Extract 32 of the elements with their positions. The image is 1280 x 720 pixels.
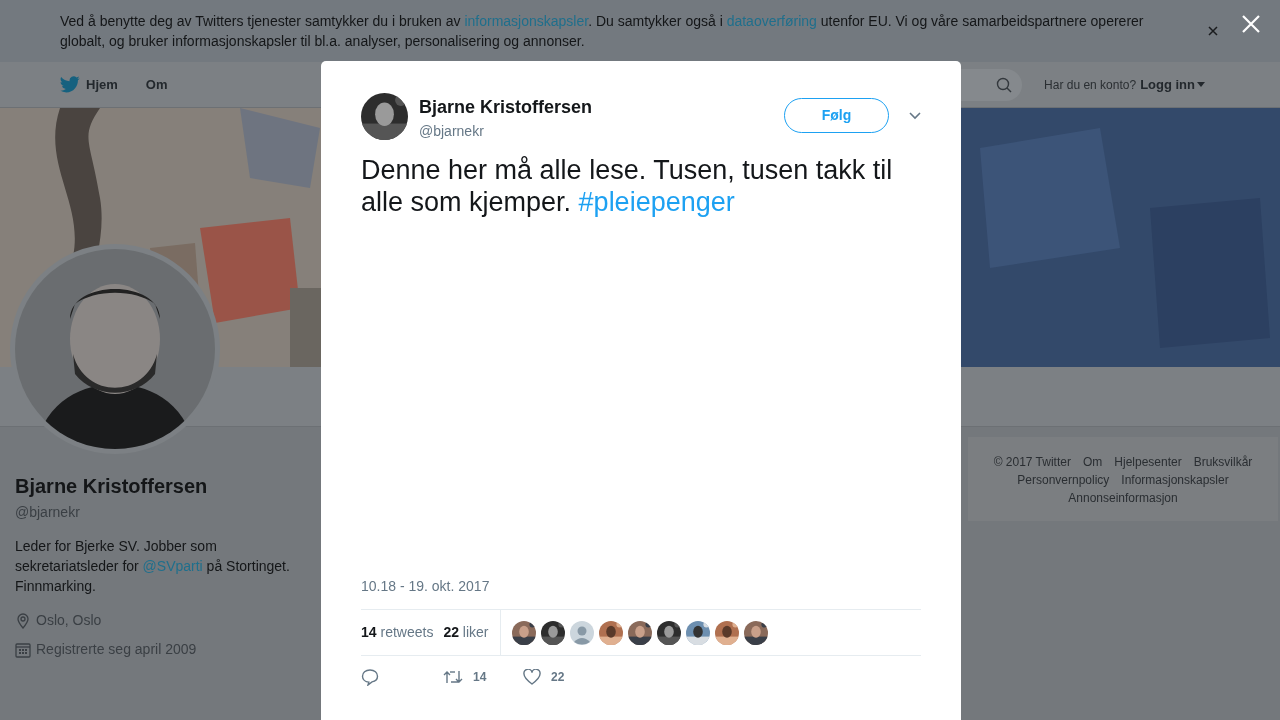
footer-link[interactable]: Hjelpesenter bbox=[1114, 453, 1182, 471]
footer-link[interactable]: Bruksvilkår bbox=[1193, 453, 1253, 471]
footer-link[interactable]: Informasjonskapsler bbox=[1121, 471, 1229, 489]
footer-link[interactable]: Om bbox=[1082, 453, 1103, 471]
login-link[interactable]: Logg inn bbox=[1140, 74, 1205, 95]
search-icon bbox=[996, 76, 1013, 93]
default-avatar-icon bbox=[569, 620, 594, 645]
calendar-icon bbox=[15, 641, 31, 658]
close-icon[interactable] bbox=[1208, 26, 1218, 36]
profile-name: Bjarne Kristoffersen bbox=[15, 474, 209, 499]
action-count: 22 bbox=[551, 669, 565, 686]
action-count: 14 bbox=[473, 669, 487, 686]
reply-icon[interactable] bbox=[361, 668, 379, 686]
footer-link[interactable]: Personvernpolicy bbox=[1017, 471, 1110, 489]
bird-icon bbox=[60, 76, 80, 93]
location-pin-icon bbox=[15, 612, 31, 629]
profile-bio: Leder for Bjerke SV. Jobber som sekretariatsleder for @SVparti på Stortinget. Finnmarking. bbox=[15, 537, 291, 596]
profile-handle: @bjarnekr bbox=[15, 503, 81, 522]
nav-link[interactable]: Hjem bbox=[60, 74, 118, 95]
heart-icon[interactable] bbox=[523, 669, 541, 685]
caret-icon bbox=[1197, 82, 1205, 87]
profile-location: Oslo, Oslo bbox=[36, 611, 102, 630]
profile-joined-date: Registrerte seg april 2009 bbox=[36, 640, 197, 659]
retweet-stat[interactable]: 14 retweets bbox=[361, 622, 434, 643]
like-stat[interactable]: 22 liker bbox=[443, 622, 489, 643]
footer-link[interactable]: Annonseinformasjon bbox=[1068, 489, 1178, 507]
nav-link[interactable]: Om bbox=[145, 74, 168, 95]
footer-link[interactable]: © 2017 Twitter bbox=[993, 453, 1071, 471]
login-prompt: Har du en konto? bbox=[1044, 76, 1137, 94]
retweet-icon[interactable] bbox=[443, 669, 463, 685]
cookie-notice: Ved å benytte deg av Twitters tjenester samtykker du i bruken av informasjonskapsler. Du samtykker også i dataoverføring utenfor EU. Vi og våre samarbeidspartnere opererer globalt, og bruker informasjonskapsler til bl.a. analyser, personalisering og annonser. bbox=[60, 12, 1145, 51]
tweet-timestamp: 10.18 - 19. okt. 2017 bbox=[361, 577, 491, 596]
